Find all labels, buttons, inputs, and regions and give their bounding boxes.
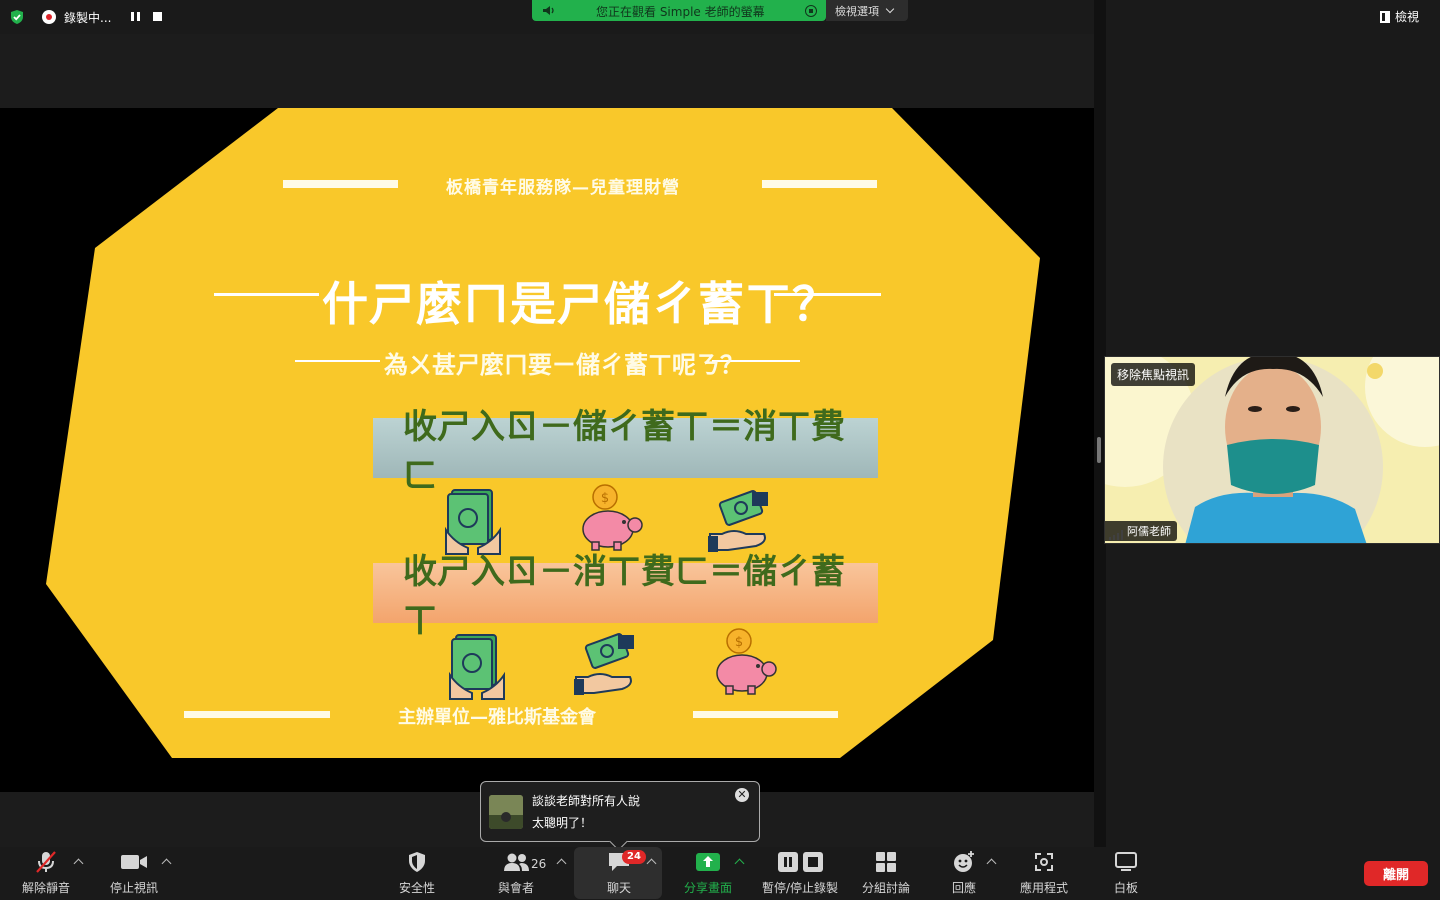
slide-subtitle: 為ㄨ甚ㄕ麼ㄇ要ㄧ儲ㄔ蓄ㄒ呢ㄋ？ [384,350,744,379]
pause-recording-icon[interactable] [131,12,140,21]
muted-microphone-icon [36,851,56,873]
remove-spotlight-button[interactable]: 移除焦點視訊 [1111,363,1196,386]
avatar [489,795,523,829]
whiteboard-label: 白板 [1113,881,1138,895]
header-bar-left [283,180,398,188]
share-screen-label: 分享畫面 [683,881,732,895]
close-icon[interactable]: ✕ [735,788,749,802]
footer-bar-left [184,711,330,718]
audio-options-caret-icon[interactable] [73,858,84,869]
participant-name: 阿儒老師 [1105,521,1177,541]
title-line-left [214,293,319,296]
chat-message: 太聰明了！ [532,816,593,830]
leave-meeting-button[interactable]: 離開 [1364,861,1428,886]
stop-recording-icon[interactable] [153,12,162,21]
pause-stop-recording-button[interactable]: 暫停/停止錄製 [758,847,842,900]
formula-box-2: 收ㄕ入ㄖ－消ㄒ費ㄈ＝儲ㄔ蓄ㄒ [373,552,878,641]
view-label: 檢視 [1395,10,1420,24]
slide-title: 什ㄕ麼ㄇ是ㄕ儲ㄔ蓄ㄒ？ [322,277,839,331]
chat-notification[interactable]: 談談老師對所有人說 太聰明了！ ✕ [480,781,760,842]
smiley-icon [954,851,974,872]
breakout-rooms-icon [876,852,896,872]
pause-stop-icon [778,852,823,872]
reactions-label: 回應 [951,881,976,895]
participants-button[interactable]: 與會者 [496,847,536,900]
recording-indicator: 錄製中... [42,8,111,26]
apps-label: 應用程式 [1019,881,1068,895]
chat-sender: 談談老師對所有人說 [532,794,641,808]
slide-header: 板橋青年服務隊—兒童理財營 [446,178,680,198]
meeting-toolbar: 解除靜音 停止視訊 安全性 與會者 26 聊天 24 分享畫面 暫停/停止錄製 … [0,847,1440,900]
view-options-button[interactable]: 檢視選項 [826,0,908,21]
money-hands-icon [449,634,505,700]
resize-handle[interactable] [1097,437,1101,463]
share-screen-icon [696,853,720,871]
formula-2-text: 收ㄕ入ㄖ－消ㄒ費ㄈ＝儲ㄔ蓄ㄒ [403,552,845,641]
video-options-caret-icon[interactable] [161,858,172,869]
breakout-label: 分組討論 [861,881,910,895]
chat-label: 聊天 [606,881,631,895]
whiteboard-button[interactable]: 白板 [1110,847,1142,900]
reactions-button[interactable]: 回應 [946,847,982,900]
formula-box-1: 收ㄕ入ㄖ－儲ㄔ蓄ㄒ＝消ㄒ費ㄈ [373,407,878,496]
share-screen-button[interactable]: 分享畫面 [678,847,738,900]
chat-unread-badge: 24 [622,850,646,864]
right-eye [1286,406,1300,412]
formula-1-text: 收ㄕ入ㄖ－儲ㄔ蓄ㄒ＝消ㄒ費ㄈ [403,407,845,496]
participants-count: 26 [531,857,547,871]
view-layout-icon [1380,10,1390,23]
apps-icon [1035,853,1053,871]
slide-footer: 主辦單位—雅比斯基金會 [398,707,596,728]
video-camera-icon [121,855,147,869]
stop-video-label: 停止視訊 [109,881,158,895]
unmute-label: 解除靜音 [21,881,70,895]
participants-options-caret-icon[interactable] [556,858,567,869]
spotlight-video-tile[interactable]: 移除焦點視訊 阿儒老師 [1104,356,1440,544]
shield-check-icon[interactable] [9,9,25,25]
unmute-button[interactable]: 解除靜音 [18,847,74,900]
apps-button[interactable]: 應用程式 [1018,847,1070,900]
whiteboard-icon [1115,852,1137,871]
shield-icon [409,852,425,872]
face-mask [1227,439,1319,494]
recording-controls-label: 暫停/停止錄製 [761,881,839,895]
recording-label: 錄製中... [64,10,112,25]
view-button[interactable]: 檢視 [1380,8,1419,25]
stop-video-button[interactable]: 停止視訊 [106,847,162,900]
chevron-down-icon [885,4,895,14]
subtitle-line-left [295,360,380,362]
footer-bar-right [693,711,838,718]
left-eye [1248,406,1262,412]
participants-label: 與會者 [497,881,534,895]
screen-share-banner: 您正在觀看 Simple 老師的螢幕 [532,0,826,21]
breakout-rooms-button[interactable]: 分組討論 [860,847,912,900]
top-bar: 錄製中... 您正在觀看 Simple 老師的螢幕 檢視選項 檢視 [0,0,1440,34]
share-banner-text: 您正在觀看 Simple 老師的螢幕 [596,5,765,19]
security-button[interactable]: 安全性 [392,847,442,900]
participants-icon [504,853,529,871]
header-bar-right [762,180,877,188]
sun-decoration-icon [1367,363,1383,379]
reactions-options-caret-icon[interactable] [986,858,997,869]
speaker-icon[interactable] [542,5,556,16]
view-options-label: 檢視選項 [835,4,879,18]
security-label: 安全性 [398,881,435,895]
recording-dot-icon [42,10,56,24]
stop-share-icon[interactable] [805,5,817,17]
